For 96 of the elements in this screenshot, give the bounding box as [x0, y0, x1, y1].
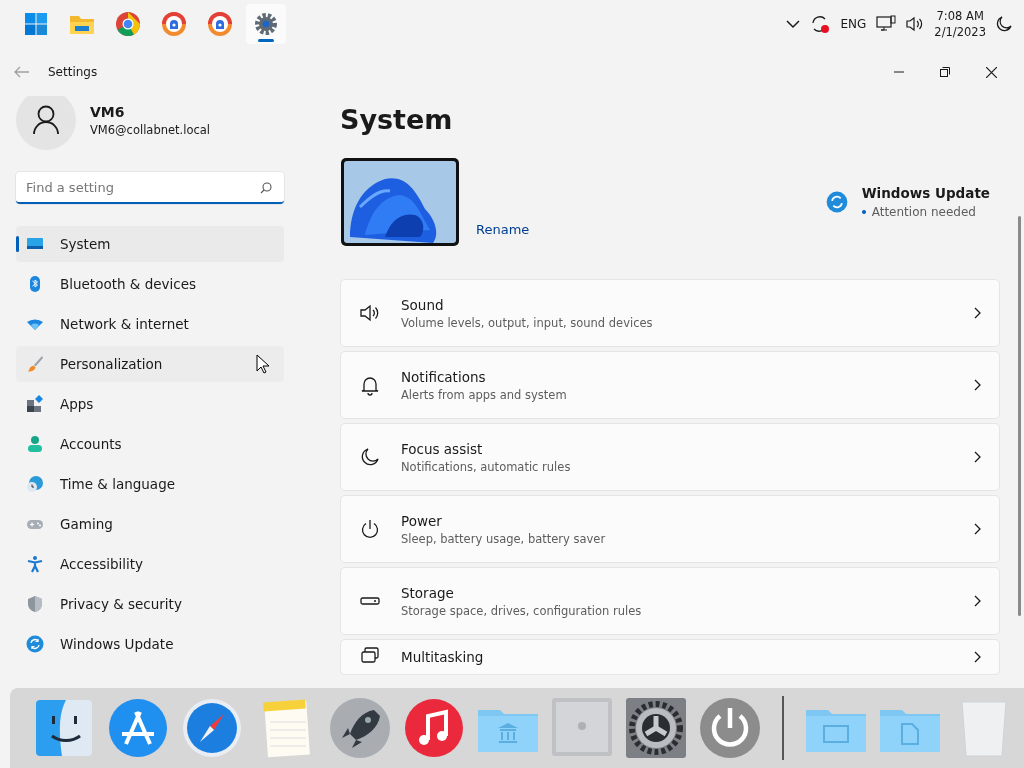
apps-icon	[26, 395, 44, 413]
nav-label: Time & language	[60, 476, 175, 492]
settings-card[interactable]: Multitasking	[340, 639, 1000, 675]
card-description: Storage space, drives, configuration rules	[401, 603, 643, 618]
card-description: Notifications, automatic rules	[401, 459, 572, 474]
nav-item[interactable]: System	[16, 226, 284, 262]
power-icon[interactable]	[698, 696, 762, 760]
nav-label: Windows Update	[60, 636, 174, 652]
update-status: Attention needed	[871, 205, 976, 219]
nav-label: Gaming	[60, 516, 113, 532]
gear-icon	[254, 12, 278, 36]
nav-item[interactable]: Gaming	[16, 506, 284, 542]
nav-label: Privacy & security	[60, 596, 182, 612]
nav-item[interactable]: Windows Update	[16, 626, 284, 662]
nav-item[interactable]: Apps	[16, 386, 284, 422]
settings-card[interactable]: Sound Volume levels, output, input, sound devices	[340, 279, 1000, 347]
card-title: Power	[401, 512, 443, 529]
dock-divider	[782, 696, 784, 760]
nav-label: System	[60, 236, 111, 252]
browser-icon	[161, 11, 187, 37]
refresh-icon	[26, 635, 44, 653]
nav-label: Network & internet	[60, 316, 189, 332]
card-title: Storage	[401, 584, 455, 601]
nav-item[interactable]: Accessibility	[16, 546, 284, 582]
nav-item[interactable]: Time & language	[16, 466, 284, 502]
date-text: 2/1/2023	[934, 24, 986, 40]
scrollbar[interactable]	[1018, 216, 1021, 616]
card-description: Alerts from apps and system	[401, 387, 568, 402]
folder-icon	[69, 13, 95, 35]
rocket-icon[interactable]	[328, 696, 392, 760]
user-email: VM6@collabnet.local	[90, 122, 211, 137]
nav-item[interactable]: Bluetooth & devices	[16, 266, 284, 302]
nav-item[interactable]: Privacy & security	[16, 586, 284, 622]
globe-clock-icon	[26, 475, 44, 493]
page-title: System	[340, 104, 454, 135]
search-field[interactable]: Find a setting	[16, 172, 284, 204]
compass-icon[interactable]	[180, 696, 244, 760]
language-indicator[interactable]: ENG	[840, 17, 867, 31]
power-icon	[359, 518, 381, 540]
nav-label: Accounts	[60, 436, 122, 452]
brush-icon	[26, 355, 44, 373]
card-description: Sleep, battery usage, battery saver	[401, 531, 607, 546]
music-note-icon[interactable]	[402, 696, 466, 760]
taskbar-button[interactable]	[246, 4, 286, 44]
window-title: Settings	[48, 65, 98, 79]
gear-icon[interactable]	[624, 696, 688, 760]
person-icon	[32, 105, 60, 135]
browser-icon	[207, 11, 233, 37]
status-dot	[861, 210, 866, 214]
restore-icon	[940, 67, 950, 77]
card-description: Volume levels, output, input, sound devices	[401, 315, 654, 330]
user-name: VM6	[90, 103, 126, 120]
chevron-right-icon	[973, 595, 981, 607]
accessibility-icon	[26, 555, 44, 573]
chrome-icon	[115, 11, 141, 37]
sync-alert-icon[interactable]	[810, 14, 831, 34]
speaker-icon	[359, 302, 381, 324]
chevron-right-icon	[973, 379, 981, 391]
settings-card[interactable]: Notifications Alerts from apps and system	[340, 351, 1000, 419]
card-title: Notifications	[401, 368, 487, 385]
chevron-right-icon	[973, 307, 981, 319]
nav-label: Personalization	[60, 356, 163, 372]
volume-icon[interactable]	[906, 16, 925, 32]
time-text: 7:08 AM	[936, 8, 984, 24]
chevron-right-icon	[973, 651, 981, 663]
nav-label: Apps	[60, 396, 94, 412]
windows-logo-icon	[24, 12, 48, 36]
card-title: Multitasking	[401, 649, 485, 665]
moon-icon[interactable]	[996, 16, 1012, 32]
chevron-right-icon	[973, 451, 981, 463]
search-icon	[260, 182, 272, 194]
mouse-cursor-icon	[256, 354, 270, 374]
settings-card[interactable]: Power Sleep, battery usage, battery saver	[340, 495, 1000, 563]
close-icon	[985, 66, 997, 78]
settings-card[interactable]: Focus assist Notifications, automatic rules	[340, 423, 1000, 491]
nav-label: Bluetooth & devices	[60, 276, 197, 292]
settings-card[interactable]: Storage Storage space, drives, configuration rules	[340, 567, 1000, 635]
card-title: Sound	[401, 296, 445, 313]
card-title: Focus assist	[401, 440, 484, 457]
nav-item[interactable]: Network & internet	[16, 306, 284, 342]
refresh-icon	[825, 191, 848, 213]
rename-link[interactable]: Rename	[476, 222, 530, 237]
moon-icon	[359, 446, 381, 468]
nav-item[interactable]: Accounts	[16, 426, 284, 462]
bell-icon	[359, 374, 381, 396]
app-store-icon[interactable]	[106, 696, 170, 760]
nav-label: Accessibility	[60, 556, 144, 572]
clock[interactable]: 7:08 AM 2/1/2023	[934, 8, 986, 40]
shield-icon	[26, 595, 44, 613]
update-title[interactable]: Windows Update	[861, 185, 990, 201]
chevron-right-icon	[973, 523, 981, 535]
chevron-up-icon[interactable]	[786, 19, 801, 29]
network-monitor-icon[interactable]	[876, 15, 897, 33]
back-arrow-icon[interactable]	[14, 66, 30, 78]
nav-item[interactable]: Personalization	[16, 346, 284, 382]
person-icon	[26, 435, 44, 453]
